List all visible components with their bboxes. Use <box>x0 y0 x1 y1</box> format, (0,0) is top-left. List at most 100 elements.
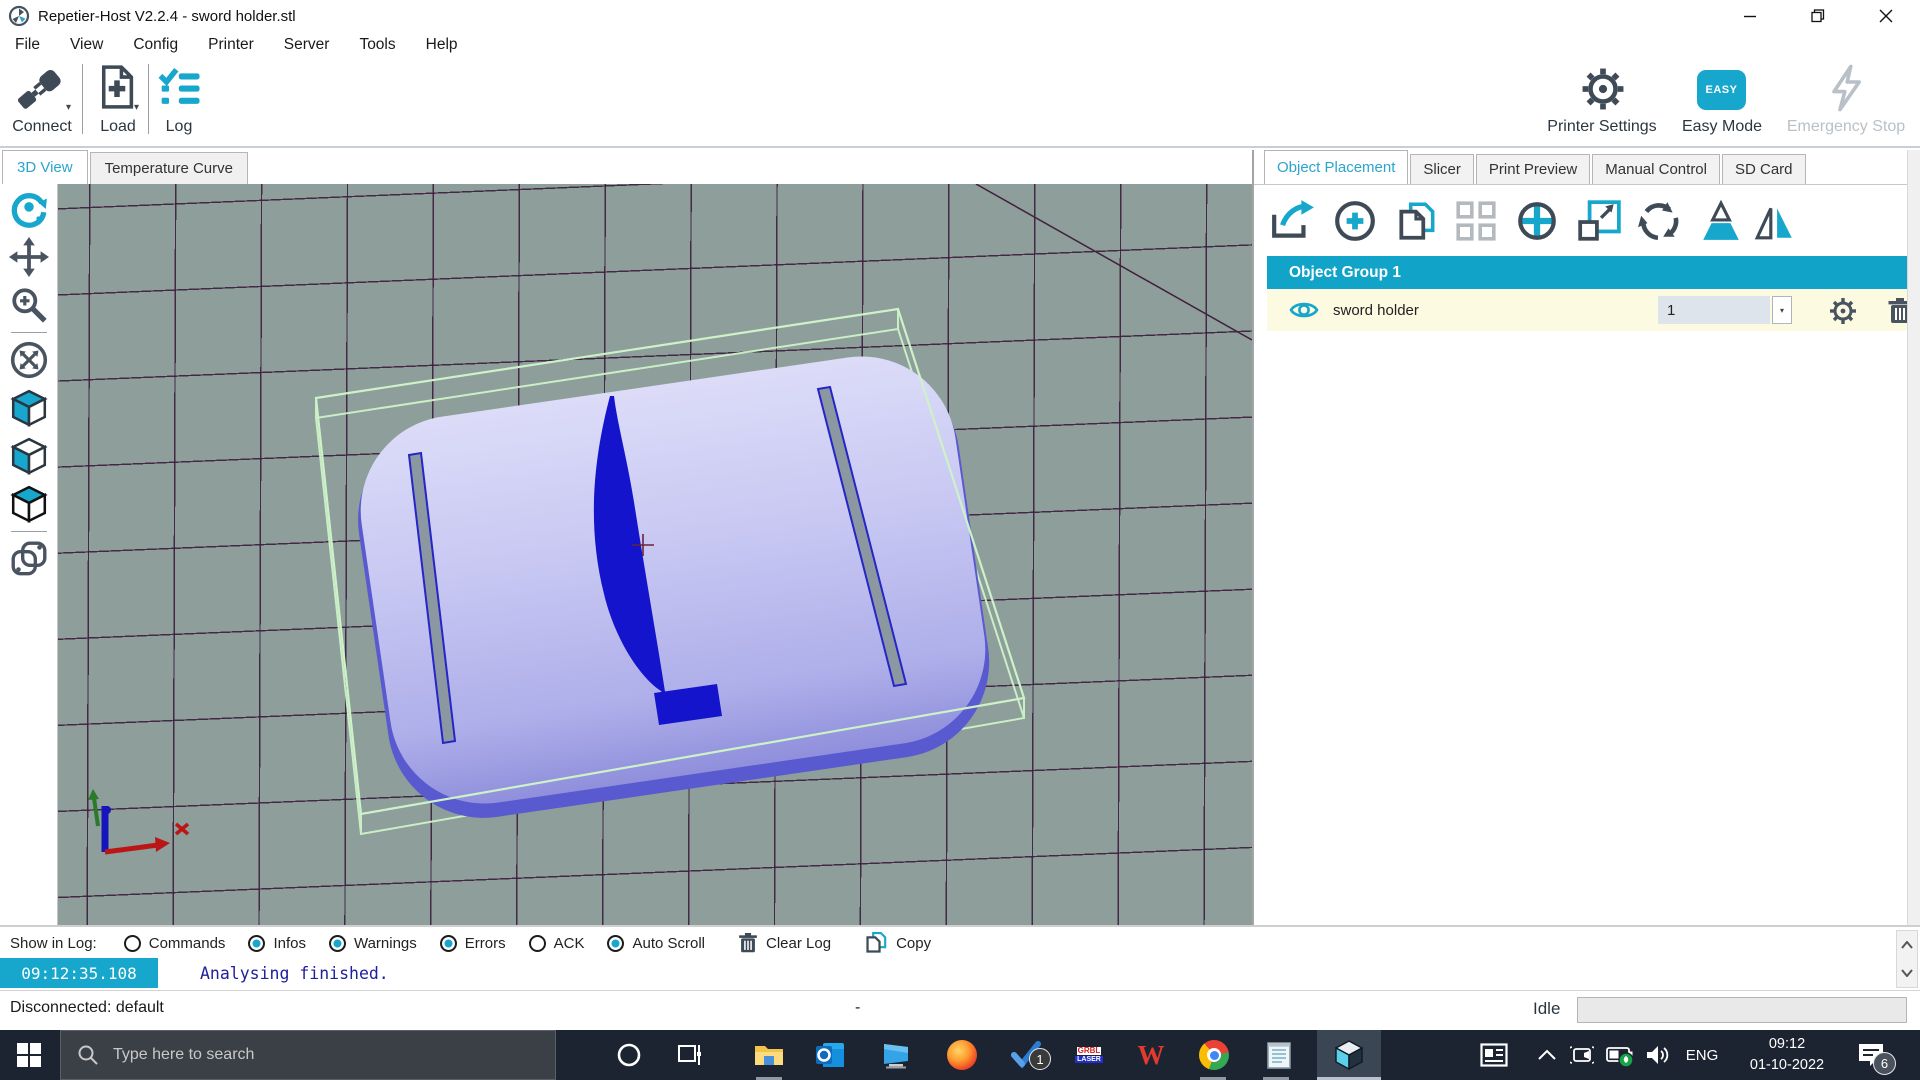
log-scrollbar[interactable] <box>1896 930 1918 988</box>
radio-infos[interactable] <box>248 935 265 952</box>
toolbar-separator <box>82 64 83 134</box>
radio-autoscroll[interactable] <box>607 935 624 952</box>
notification-center-button[interactable]: 6 <box>1845 1030 1897 1080</box>
tray-expand-button[interactable] <box>1528 1030 1566 1080</box>
start-button[interactable] <box>0 1030 58 1080</box>
top-view-button[interactable] <box>6 481 52 527</box>
radio-ack[interactable] <box>529 935 546 952</box>
load-icon[interactable] <box>96 62 138 112</box>
printer-settings-icon[interactable] <box>1578 64 1628 114</box>
menu-server[interactable]: Server <box>269 36 345 54</box>
radio-warnings[interactable] <box>329 935 346 952</box>
object-group-header[interactable]: Object Group 1 <box>1267 256 1907 289</box>
radio-errors[interactable] <box>440 935 457 952</box>
tab-temperature-curve[interactable]: Temperature Curve <box>90 152 248 184</box>
copies-spinner[interactable]: 1 <box>1658 296 1770 324</box>
connect-button[interactable]: Connect <box>6 118 78 136</box>
front-view-button[interactable] <box>6 433 52 479</box>
right-panel-scrollbar[interactable] <box>1907 150 1920 925</box>
log-filter-commands[interactable]: Commands <box>124 935 226 952</box>
menu-view[interactable]: View <box>55 36 118 54</box>
search-input[interactable] <box>113 1046 493 1064</box>
move-view-button[interactable] <box>6 234 52 280</box>
close-button[interactable] <box>1852 0 1920 32</box>
isometric-view-button[interactable] <box>6 385 52 431</box>
progress-bar <box>1577 997 1907 1023</box>
load-button[interactable]: Load <box>92 118 144 136</box>
3d-viewport[interactable] <box>58 184 1252 925</box>
rotate-object-button[interactable] <box>1634 196 1684 246</box>
visibility-eye-icon[interactable] <box>1289 299 1319 321</box>
task-view-icon <box>678 1042 704 1068</box>
menu-config[interactable]: Config <box>118 36 193 54</box>
wps-office-button[interactable]: W <box>1122 1030 1180 1080</box>
add-object-button[interactable] <box>1330 196 1380 246</box>
grbl-laser-button[interactable]: GRBL LASER <box>1060 1030 1118 1080</box>
export-object-button[interactable] <box>1268 196 1318 246</box>
file-explorer-button[interactable] <box>740 1030 798 1080</box>
restore-button[interactable] <box>1784 0 1852 32</box>
connect-dropdown-arrow[interactable]: ▾ <box>66 102 71 113</box>
scroll-down-icon[interactable] <box>1901 969 1913 977</box>
minimize-button[interactable] <box>1716 0 1784 32</box>
log-filter-infos[interactable]: Infos <box>248 935 306 952</box>
log-icon[interactable] <box>158 66 202 110</box>
cortana-button[interactable] <box>600 1030 658 1080</box>
scroll-up-icon[interactable] <box>1901 941 1913 949</box>
sword-holder-object[interactable] <box>344 343 1002 830</box>
copies-dropdown-button[interactable]: ▾ <box>1772 296 1792 324</box>
printer-settings-button[interactable]: Printer Settings <box>1540 118 1664 136</box>
battery-tray-button[interactable] <box>1600 1030 1640 1080</box>
notepad-button[interactable] <box>1250 1030 1308 1080</box>
language-tray-button[interactable]: ENG <box>1680 1030 1724 1080</box>
tab-slicer[interactable]: Slicer <box>1410 154 1474 184</box>
lay-flat-button[interactable] <box>1696 196 1746 246</box>
object-settings-gear-icon[interactable] <box>1829 297 1857 325</box>
log-filter-ack[interactable]: ACK <box>529 935 585 952</box>
volume-tray-button[interactable] <box>1638 1030 1678 1080</box>
tab-3d-view[interactable]: 3D View <box>2 150 88 184</box>
show-objects-button[interactable] <box>6 536 52 582</box>
news-widget-button[interactable] <box>1470 1030 1518 1080</box>
todo-button[interactable]: 1 <box>997 1030 1055 1080</box>
mirror-object-button[interactable] <box>1750 196 1800 246</box>
clear-log-button[interactable]: Clear Log <box>738 931 831 955</box>
log-filter-autoscroll[interactable]: Auto Scroll <box>607 935 705 952</box>
chrome-button[interactable] <box>1185 1030 1243 1080</box>
load-dropdown-arrow[interactable]: ▾ <box>134 102 139 113</box>
outlook-button[interactable] <box>801 1030 859 1080</box>
tab-object-placement[interactable]: Object Placement <box>1264 150 1408 184</box>
easy-mode-button[interactable]: Easy Mode <box>1678 118 1766 136</box>
zoom-view-button[interactable] <box>6 282 52 328</box>
remote-desktop-button[interactable] <box>867 1030 925 1080</box>
autoposition-button <box>1451 196 1501 246</box>
object-row[interactable]: sword holder 1 ▾ <box>1267 289 1907 331</box>
tab-manual-control[interactable]: Manual Control <box>1592 154 1720 184</box>
menu-help[interactable]: Help <box>411 36 473 54</box>
radio-commands[interactable] <box>124 935 141 952</box>
firefox-button[interactable] <box>933 1030 991 1080</box>
emergency-stop-icon <box>1824 64 1868 112</box>
task-view-button[interactable] <box>662 1030 720 1080</box>
rotate-view-button[interactable] <box>6 186 52 232</box>
fit-view-button[interactable] <box>6 337 52 383</box>
center-object-button[interactable] <box>1512 196 1562 246</box>
menu-tools[interactable]: Tools <box>344 36 410 54</box>
tab-print-preview[interactable]: Print Preview <box>1476 154 1590 184</box>
log-filter-errors[interactable]: Errors <box>440 935 506 952</box>
fit-view-icon <box>9 340 49 380</box>
capture-tray-button[interactable] <box>1563 1030 1601 1080</box>
connect-icon[interactable] <box>14 64 66 114</box>
repetier-host-taskbar-button[interactable] <box>1317 1030 1381 1080</box>
menu-printer[interactable]: Printer <box>193 36 269 54</box>
log-button[interactable]: Log <box>154 118 204 136</box>
menu-file[interactable]: File <box>0 36 55 54</box>
taskbar-search[interactable] <box>60 1030 556 1080</box>
scale-object-button[interactable] <box>1574 196 1624 246</box>
easy-mode-icon[interactable]: EASY <box>1697 70 1746 110</box>
tab-sd-card[interactable]: SD Card <box>1722 154 1806 184</box>
copy-objects-button[interactable] <box>1392 196 1442 246</box>
copy-log-button[interactable]: Copy <box>864 930 931 956</box>
log-filter-warnings[interactable]: Warnings <box>329 935 417 952</box>
taskbar-clock[interactable]: 09:12 01-10-2022 <box>1737 1034 1837 1076</box>
